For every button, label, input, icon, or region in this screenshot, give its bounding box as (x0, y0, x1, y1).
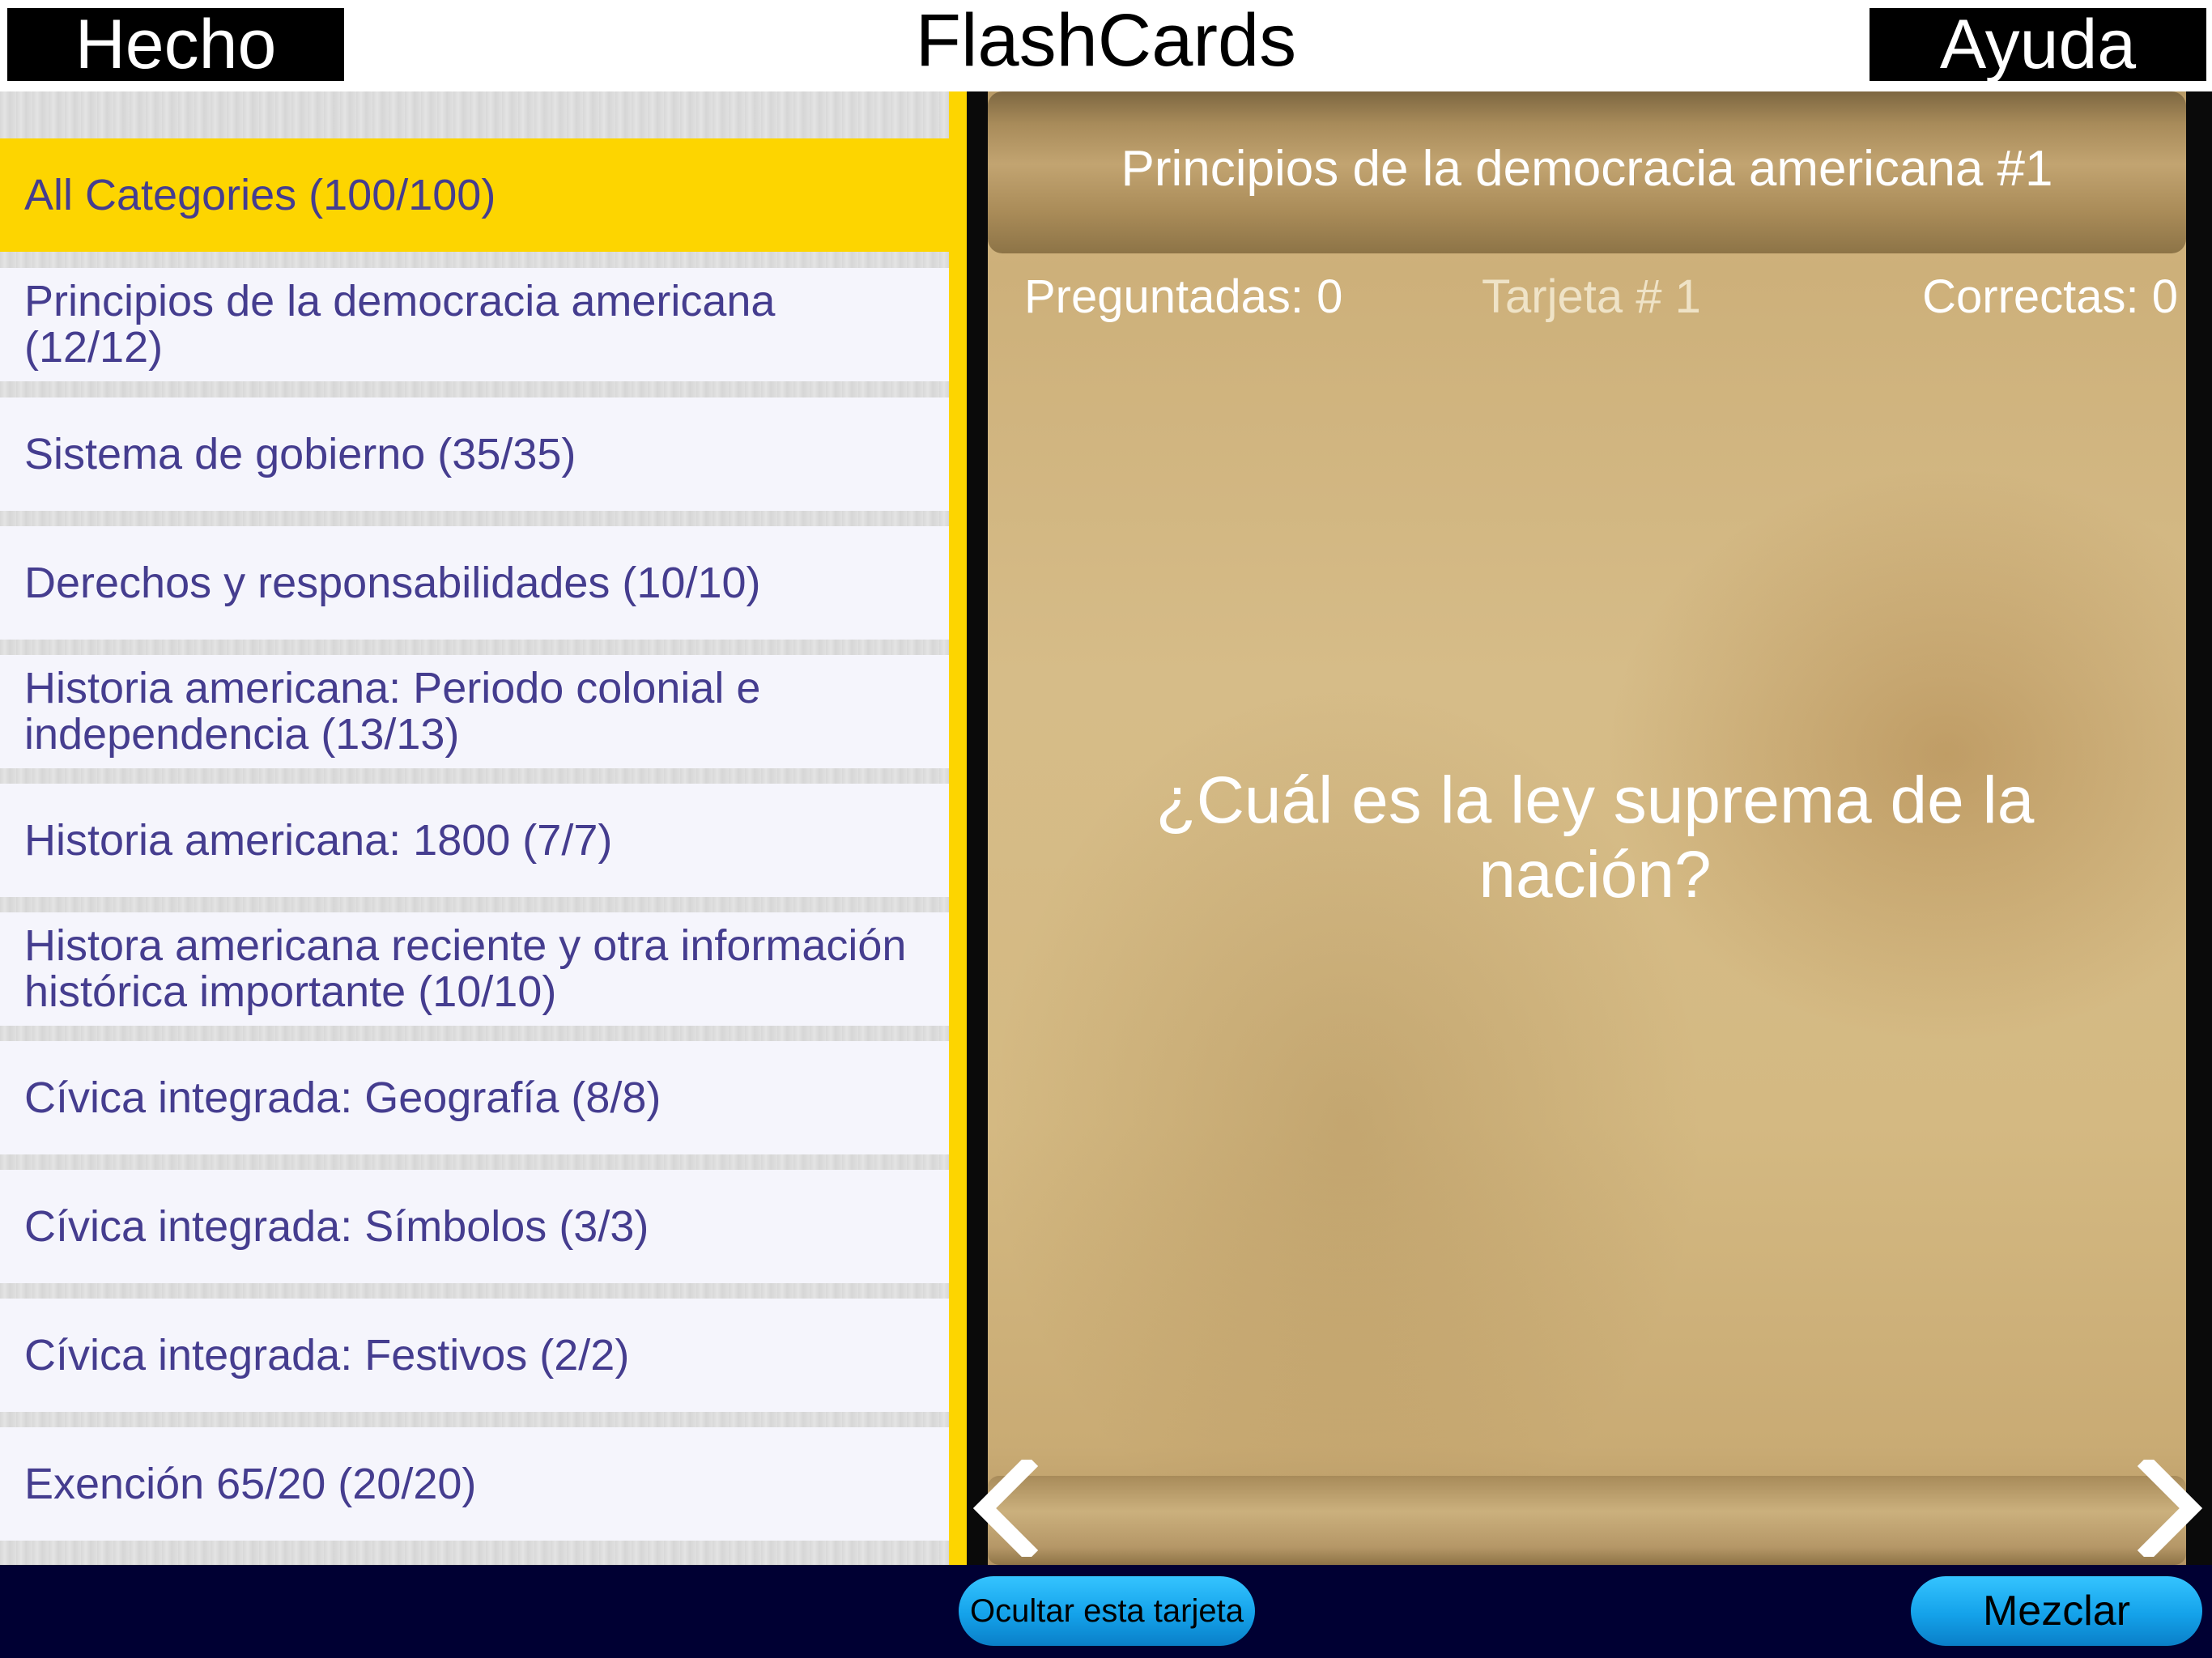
shuffle-button[interactable]: Mezclar (1911, 1576, 2202, 1646)
bottom-toolbar: Ocultar esta tarjeta Mezclar (0, 1565, 2212, 1658)
card-number: Tarjeta # 1 (1482, 270, 1701, 323)
category-label: Cívica integrada: Festivos (2/2) (24, 1330, 630, 1380)
card-category-title: Principios de la democracia americana #1 (1121, 141, 2053, 197)
flashcard-area: Principios de la democracia americana #1… (967, 91, 2212, 1565)
category-label: Derechos y responsabilidades (10/10) (24, 558, 761, 607)
hide-card-button[interactable]: Ocultar esta tarjeta (959, 1576, 1255, 1646)
category-item[interactable]: Exención 65/20 (20/20) (0, 1427, 949, 1541)
asked-count: Preguntadas: 0 (1024, 270, 1343, 323)
category-label: All Categories (100/100) (24, 170, 496, 219)
correct-count: Correctas: 0 (1922, 270, 2178, 323)
category-label: Cívica integrada: Símbolos (3/3) (24, 1201, 649, 1251)
flashcard[interactable]: Principios de la democracia americana #1… (988, 91, 2186, 1565)
category-item[interactable]: Historia americana: Periodo colonial e i… (0, 655, 949, 768)
category-item[interactable]: Cívica integrada: Geografía (8/8) (0, 1041, 949, 1154)
chevron-left-icon[interactable] (970, 1454, 1043, 1562)
scroll-bottom-roll (988, 1476, 2186, 1565)
question-text: ¿Cuál es la ley suprema de la nación? (1155, 763, 2035, 912)
category-item[interactable]: Principios de la democracia americana (1… (0, 268, 949, 381)
category-label: Historia americana: 1800 (7/7) (24, 815, 613, 865)
category-item[interactable]: Cívica integrada: Símbolos (3/3) (0, 1170, 949, 1283)
category-label: Exención 65/20 (20/20) (24, 1459, 477, 1508)
category-item[interactable]: Cívica integrada: Festivos (2/2) (0, 1299, 949, 1412)
chevron-right-icon[interactable] (2133, 1454, 2206, 1562)
category-item[interactable]: Historia americana: 1800 (7/7) (0, 784, 949, 897)
category-label: Cívica integrada: Geografía (8/8) (24, 1073, 661, 1122)
panel-divider (949, 91, 967, 1565)
category-item-all[interactable]: All Categories (100/100) (0, 138, 955, 252)
category-list: All Categories (100/100) Principios de l… (0, 91, 955, 1565)
category-label: Sistema de gobierno (35/35) (24, 429, 576, 478)
category-label: Historia americana: Periodo colonial e i… (24, 664, 761, 759)
category-label: Histora americana reciente y otra inform… (24, 921, 907, 1016)
category-item[interactable]: Sistema de gobierno (35/35) (0, 397, 949, 511)
category-item[interactable]: Histora americana reciente y otra inform… (0, 912, 949, 1026)
category-label: Principios de la democracia americana (1… (24, 277, 776, 372)
top-bar: Hecho FlashCards Ayuda (0, 0, 2212, 91)
category-item[interactable]: Derechos y responsabilidades (10/10) (0, 526, 949, 640)
help-button[interactable]: Ayuda (1870, 8, 2206, 81)
